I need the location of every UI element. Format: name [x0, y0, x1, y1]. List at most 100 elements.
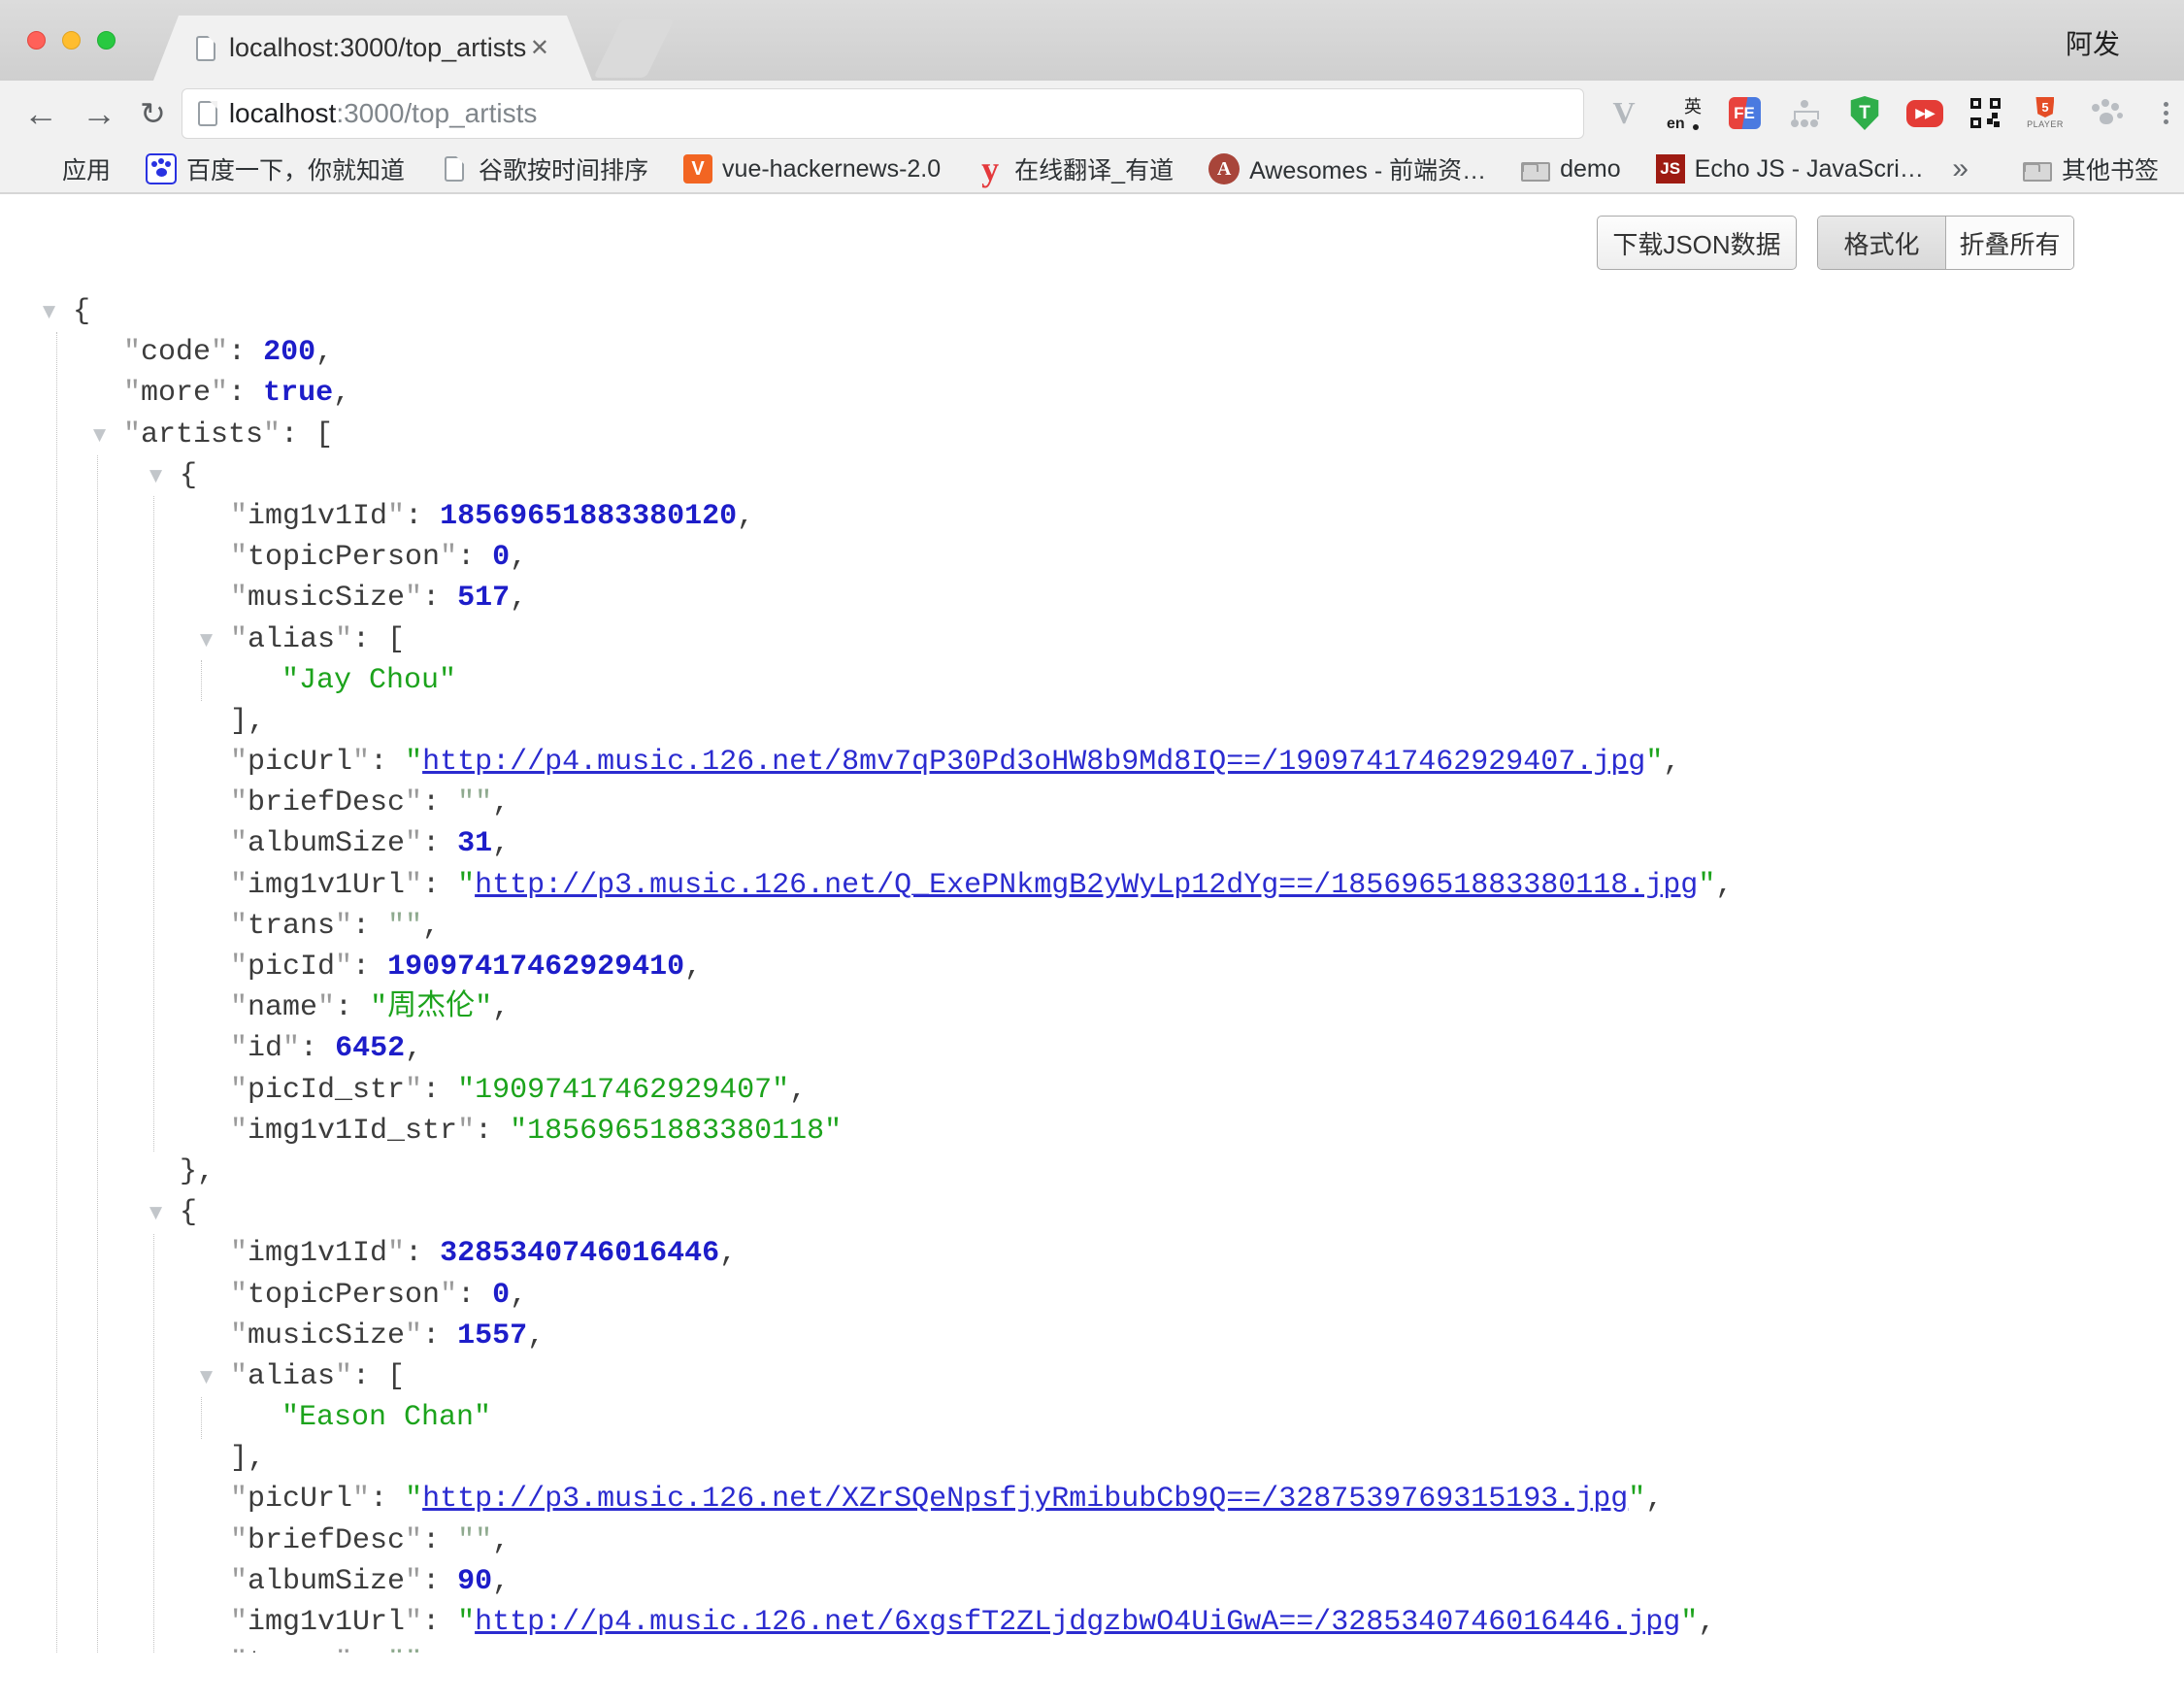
json-value: : [300, 1032, 335, 1065]
json-value: 18569651883380120 [440, 500, 737, 533]
bookmark-item[interactable]: 百度一下，你就知道 [146, 151, 405, 186]
collapse-toggle-icon[interactable]: ▼ [93, 415, 106, 455]
json-line: img1v1Id: 18569651883380120, [0, 496, 2184, 537]
json-value: : [ [352, 1360, 405, 1393]
forward-button[interactable]: → [82, 96, 116, 131]
html5-player-icon[interactable]: 5 PLAYER [2027, 95, 2064, 132]
indent-guide [56, 332, 57, 1653]
profile-name[interactable]: 阿发 [2066, 23, 2120, 62]
json-value: "Eason Chan" [281, 1401, 491, 1434]
sitemap-glyph [1789, 98, 1820, 129]
indent-guide [201, 1397, 202, 1439]
bookmark-label: Awesomes - 前端资… [1249, 151, 1486, 186]
fast-play-glyph: ▶▶ [1906, 100, 1943, 127]
json-value: " [1680, 1606, 1698, 1639]
json-line: picUrl: "http://p4.music.126.net/8mv7qP3… [0, 742, 2184, 783]
bookmark-item[interactable]: JSEcho JS - JavaScri… [1656, 154, 1924, 184]
json-value: , [492, 827, 510, 860]
echojs-icon: JS [1656, 154, 1685, 184]
json-line: img1v1Id_str: "18569651883380118" [0, 1111, 2184, 1152]
collapse-toggle-icon[interactable]: ▼ [200, 619, 213, 660]
json-value: { [180, 459, 197, 492]
json-url-link[interactable]: http://p3.music.126.net/XZrSQeNpsfjyRmib… [422, 1483, 1628, 1516]
format-button[interactable]: 格式化 [1818, 217, 1946, 269]
bookmark-item[interactable]: y在线翻译_有道 [976, 151, 1174, 186]
json-value: , [510, 1279, 527, 1312]
json-value: "周杰伦" [370, 991, 492, 1024]
json-key: code [123, 336, 228, 369]
json-value: , [333, 377, 350, 410]
translate-glyphs: 英 en [1667, 96, 1702, 131]
json-value: ], [230, 1442, 265, 1475]
download-json-button[interactable]: 下载JSON数据 [1597, 216, 1797, 270]
json-key: img1v1Url [230, 869, 422, 902]
folder-icon [2023, 162, 2052, 182]
json-value: : [422, 1319, 457, 1352]
bookmark-label: 应用 [62, 151, 111, 186]
json-key: trans [230, 910, 352, 943]
json-url-link[interactable]: http://p3.music.126.net/Q_ExePNkmgB2yWyL… [475, 869, 1698, 902]
fe-extension-icon[interactable]: FE [1726, 95, 1763, 132]
json-value: : [352, 910, 387, 943]
vue-icon: V [683, 154, 712, 184]
sitemap-icon[interactable] [1786, 95, 1823, 132]
browser-tab[interactable]: localhost:3000/top_artists ✕ [153, 16, 592, 81]
bookmark-item[interactable]: 应用 [25, 151, 111, 186]
collapse-toggle-icon[interactable]: ▼ [149, 455, 162, 496]
json-key: topicPerson [230, 1279, 457, 1312]
json-value: , [527, 1319, 545, 1352]
json-value: "19097417462929407" [457, 1074, 789, 1107]
json-key: img1v1Id [230, 500, 405, 533]
awesomes-icon: A [1208, 153, 1240, 184]
translate-icon[interactable]: 英 en [1666, 95, 1703, 132]
json-url-link[interactable]: http://p4.music.126.net/6xgsfT2ZLjdgzbwO… [475, 1606, 1680, 1639]
json-line: "Eason Chan" [0, 1397, 2184, 1438]
browser-menu-icon[interactable] [2147, 95, 2184, 132]
url-bar[interactable]: localhost :3000/top_artists [182, 88, 1584, 139]
json-key: more [123, 377, 228, 410]
json-line: ▼artists: [ [0, 415, 2184, 455]
json-value: { [73, 295, 90, 328]
json-value: : [457, 1279, 492, 1312]
baidu-paw-icon [146, 153, 177, 184]
bookmark-item[interactable]: Vvue-hackernews-2.0 [683, 154, 941, 184]
bookmark-item[interactable]: 谷歌按时间排序 [440, 151, 648, 186]
qr-code-icon[interactable] [1967, 95, 2003, 132]
window-zoom-button[interactable] [97, 31, 116, 50]
json-url-link[interactable]: http://p4.music.126.net/8mv7qP30Pd3oHW8b… [422, 746, 1645, 779]
other-bookmarks-folder[interactable]: 其他书签 [2023, 151, 2159, 186]
collapse-toggle-icon[interactable]: ▼ [43, 291, 55, 332]
new-tab-button[interactable] [593, 19, 674, 78]
json-value: : [422, 827, 457, 860]
json-value: 90 [457, 1565, 492, 1598]
back-button[interactable]: ← [23, 96, 58, 131]
paw-extension-icon[interactable] [2087, 95, 2124, 132]
json-value: : [422, 582, 457, 615]
collapse-toggle-icon[interactable]: ▼ [200, 1356, 213, 1397]
bookmarks-overflow-icon[interactable]: » [1952, 152, 1969, 185]
vue-devtools-icon[interactable]: V [1605, 95, 1642, 132]
json-line: id: 6452, [0, 1028, 2184, 1069]
page-security-icon [198, 101, 217, 126]
json-value: : [352, 951, 387, 984]
json-value: " [457, 1606, 475, 1639]
indent-guide [153, 1234, 154, 1653]
json-line: picId_str: "19097417462929407", [0, 1070, 2184, 1111]
window-close-button[interactable] [27, 31, 46, 50]
window-minimize-button[interactable] [62, 31, 81, 50]
bookmark-item[interactable]: demo [1521, 155, 1621, 184]
reload-button[interactable]: ↻ [140, 96, 166, 131]
json-line: albumSize: 31, [0, 823, 2184, 864]
page-icon [196, 36, 215, 61]
tab-close-icon[interactable]: ✕ [530, 34, 549, 62]
json-value: 3285340746016446 [440, 1237, 719, 1270]
json-value: "18569651883380118" [510, 1115, 842, 1148]
json-key: albumSize [230, 1565, 422, 1598]
page-content: 下载JSON数据 格式化 折叠所有 ▼{code: 200,more: true… [0, 194, 2184, 1653]
collapse-toggle-icon[interactable]: ▼ [149, 1192, 162, 1233]
bookmark-item[interactable]: A Awesomes - 前端资… [1208, 151, 1486, 186]
fast-play-icon[interactable]: ▶▶ [1906, 95, 1943, 132]
json-line: name: "周杰伦", [0, 987, 2184, 1028]
collapse-all-button[interactable]: 折叠所有 [1946, 217, 2073, 269]
security-shield-icon[interactable]: T [1846, 95, 1883, 132]
